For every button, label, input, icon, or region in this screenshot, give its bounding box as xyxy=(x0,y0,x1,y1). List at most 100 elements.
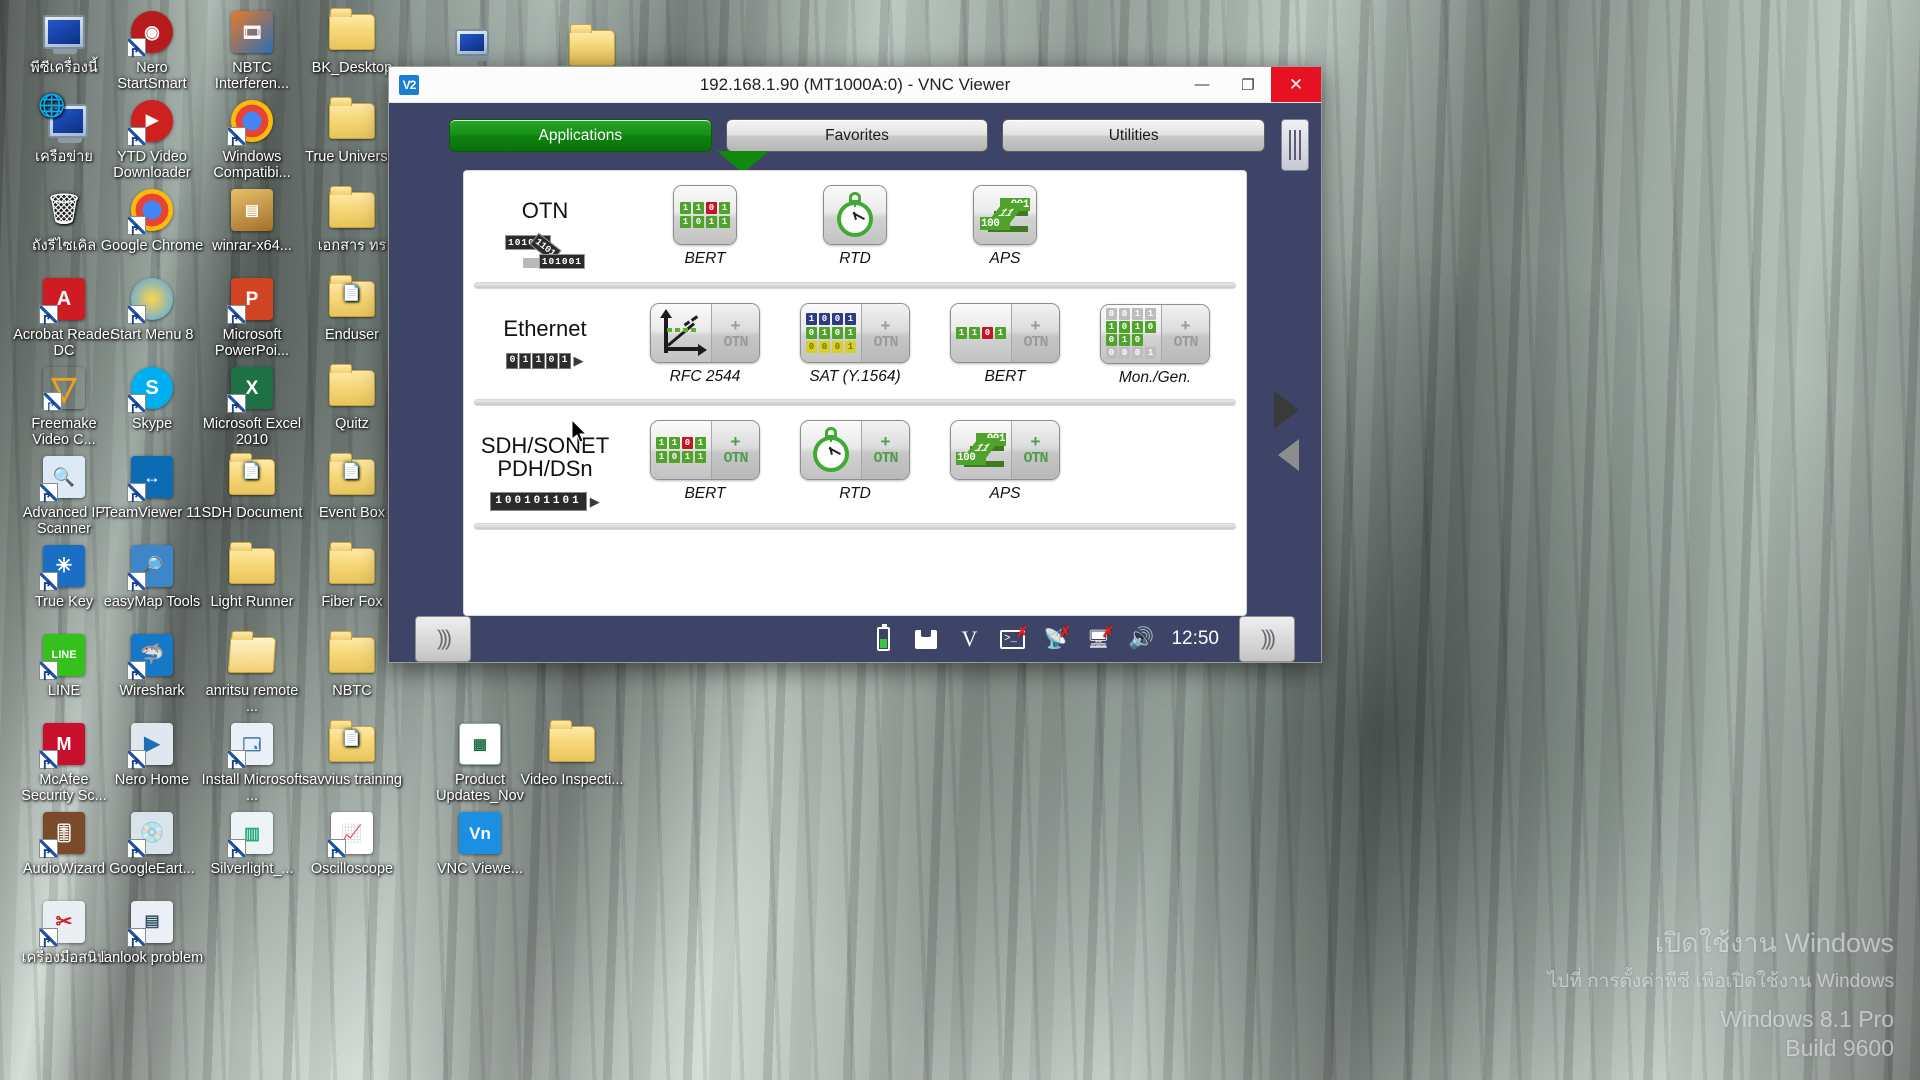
desktop-icon[interactable]: 📄 savvius training xyxy=(300,720,404,788)
app-tile-button[interactable]: 00111100 xyxy=(973,185,1037,245)
app-tile-button[interactable]: 1 1 0 1 + OTN xyxy=(950,303,1060,364)
next-page-arrow[interactable] xyxy=(1274,391,1299,429)
tab-utilities[interactable]: Utilities xyxy=(1002,119,1266,152)
digit-cell: 0 xyxy=(819,313,830,326)
digit-cell: 1 xyxy=(695,450,706,463)
desktop-icon[interactable]: 📈 Oscilloscope xyxy=(300,809,404,877)
otn-option-area[interactable]: + OTN xyxy=(711,304,759,363)
app-tile-button[interactable]: 1 1 0 1 1 0 1 1 + OTN xyxy=(650,419,760,480)
app-tile-aps[interactable]: 00111100+OTNAPS xyxy=(930,419,1080,503)
app-tile-button[interactable] xyxy=(823,185,887,245)
desktop-icon[interactable]: ▶ YTD Video Downloader xyxy=(100,97,204,181)
menu-grip-button[interactable] xyxy=(1281,119,1309,171)
otn-option-area[interactable]: + OTN xyxy=(1161,304,1209,363)
app-tile-bert[interactable]: 1 1 0 1 1 0 1 1 + OTN BERT xyxy=(630,419,780,503)
desktop-icon-label: savvius training xyxy=(302,772,402,788)
digit-cell: 1 xyxy=(845,313,856,326)
digit-cell: 0 xyxy=(1119,308,1130,321)
app-tile-sat-y-1564-[interactable]: 1 0 0 1 0 1 0 1 0 0 0 1 + OTN SAT (Y.1564) xyxy=(780,303,930,387)
nero-icon: ◉ xyxy=(128,8,176,56)
desktop-icon[interactable]: 🦈 Wireshark xyxy=(100,631,204,699)
desktop-icon[interactable]: 🎞 NBTC Interferen... xyxy=(200,8,304,92)
app-tile-bert[interactable]: 1 1 0 1 + OTN BERT xyxy=(930,303,1080,387)
folderopen-icon xyxy=(227,631,277,679)
bert-digits-icon: 11011011 xyxy=(656,436,706,463)
minimize-button[interactable]: — xyxy=(1179,67,1225,102)
desktop-icon[interactable]: X Microsoft Excel 2010 xyxy=(200,364,304,448)
desktop-icon[interactable] xyxy=(420,18,524,70)
winrar-icon: ▤ xyxy=(228,186,276,234)
nerohome-icon: ▶ xyxy=(128,720,176,768)
desktop-icon[interactable]: 💿 GoogleEart... xyxy=(100,809,204,877)
window-titlebar[interactable]: V2 192.168.1.90 (MT1000A:0) - VNC Viewer… xyxy=(389,67,1321,103)
desktop-icon[interactable]: 📄 SDH Document xyxy=(200,453,304,521)
app-tile-mon-gen-[interactable]: 0 0 1 1 1 0 1 0 0 1 0 0 0 0 1 + OTN Mon./Gen. xyxy=(1080,303,1230,387)
digit-cell: 0 xyxy=(669,450,680,463)
plus-icon: + xyxy=(730,432,741,452)
desktop-icon[interactable]: S Skype xyxy=(100,364,204,432)
desktop-icon[interactable]: ↔ TeamViewer 11 xyxy=(100,453,204,521)
monitor-icon xyxy=(40,8,88,56)
desktop-icon-label: Nero Home xyxy=(114,772,190,788)
digit-cell: 0 xyxy=(1132,334,1143,347)
grip-line xyxy=(1294,130,1296,160)
desktop-icon-label: SDH Document xyxy=(201,505,303,521)
right-grip-button[interactable]: ))) xyxy=(1239,616,1295,662)
maximize-button[interactable]: ❐ xyxy=(1225,67,1271,102)
otn-option-area[interactable]: + OTN xyxy=(711,420,759,479)
tab-favorites[interactable]: Favorites xyxy=(725,119,989,152)
app-tile-button[interactable]: + OTN xyxy=(650,303,760,364)
bit-box: 0 xyxy=(506,352,519,369)
vnc-logo-icon: V2 xyxy=(399,74,419,95)
desktop-icon[interactable]: Light Runner xyxy=(200,542,304,610)
desktop-icon[interactable]: Google Chrome xyxy=(100,186,204,254)
plus-icon: + xyxy=(880,315,891,335)
desktop-icon[interactable]: 🔎 easyMap Tools xyxy=(100,542,204,610)
otn-option-area[interactable]: + OTN xyxy=(861,304,909,363)
desktop-icon[interactable]: ▦ Product Updates_Nov xyxy=(428,720,532,804)
app-tile-button[interactable]: 1 0 0 1 0 1 0 1 0 0 0 1 + OTN xyxy=(800,303,910,364)
app-tile-bert[interactable]: 1 1 0 1 1 0 1 1 BERT xyxy=(630,185,780,268)
app-tile-button[interactable]: 00111100+OTN xyxy=(950,419,1060,480)
desktop-icon[interactable]: ▥ Silverlight_... xyxy=(200,809,304,877)
ethernet-port-icon xyxy=(913,626,939,652)
otn-option-area[interactable]: + OTN xyxy=(861,420,909,479)
app-tile-button[interactable]: + OTN xyxy=(800,419,910,480)
app-tile-aps[interactable]: 00111100 APS xyxy=(930,185,1080,268)
desktop-icon[interactable]: 🗔 Install Microsoft ... xyxy=(200,720,304,804)
app-tile-label: RTD xyxy=(839,484,871,502)
app-tab-bar: Applications Favorites Utilities xyxy=(401,113,1309,152)
digit-cell: 1 xyxy=(656,436,667,449)
desktop-icon-label: TeamViewer 11 xyxy=(102,505,202,521)
desktop-icon[interactable]: Windows Compatibi... xyxy=(200,97,304,181)
status-clock: 12:50 xyxy=(1171,628,1219,649)
desktop-icon[interactable]: ▶ Nero Home xyxy=(100,720,204,788)
digit-cell: 0 xyxy=(682,436,693,449)
desktop-icon[interactable]: Start Menu 8 xyxy=(100,275,204,343)
desktop-icon[interactable]: anritsu remote ... xyxy=(200,631,304,715)
desktop-icon[interactable]: ◉ Nero StartSmart xyxy=(100,8,204,92)
left-grip-button[interactable]: ))) xyxy=(415,616,471,662)
snip-icon: ✂ xyxy=(40,898,88,946)
app-tile-button[interactable]: 0 0 1 1 1 0 1 0 0 1 0 0 0 0 1 + OTN xyxy=(1100,303,1210,364)
app-tile-rtd[interactable]: + OTN RTD xyxy=(780,419,930,503)
close-button[interactable]: ✕ xyxy=(1271,67,1321,102)
app-tile-icon-area xyxy=(651,304,711,363)
otn-option-area[interactable]: + OTN xyxy=(1011,304,1059,363)
app-tile-button[interactable]: 11011011 xyxy=(673,185,737,245)
desktop-icon[interactable]: Vn VNC Viewe... xyxy=(428,809,532,877)
row-divider xyxy=(474,398,1236,406)
app-tile-icon-area xyxy=(824,186,886,244)
app-tile-rtd[interactable]: RTD xyxy=(780,185,930,268)
tab-applications[interactable]: Applications xyxy=(449,119,712,152)
desktop-icon[interactable]: P Microsoft PowerPoi... xyxy=(200,275,304,359)
otn-option-area[interactable]: + OTN xyxy=(1011,420,1059,479)
otn-label: OTN xyxy=(873,333,898,351)
prev-page-arrow[interactable] xyxy=(1278,439,1299,471)
desktop-icon[interactable]: Video Inspecti... xyxy=(520,720,624,788)
folderdoc-icon: 📄 xyxy=(328,720,376,768)
desktop-icon[interactable]: ▤ lanlook problem xyxy=(100,898,204,966)
app-tile-rfc-2544[interactable]: + OTN RFC 2544 xyxy=(630,303,780,387)
desktop-icon[interactable]: ▤ winrar-x64... xyxy=(200,186,304,254)
app-tile-label: Mon./Gen. xyxy=(1118,368,1192,386)
